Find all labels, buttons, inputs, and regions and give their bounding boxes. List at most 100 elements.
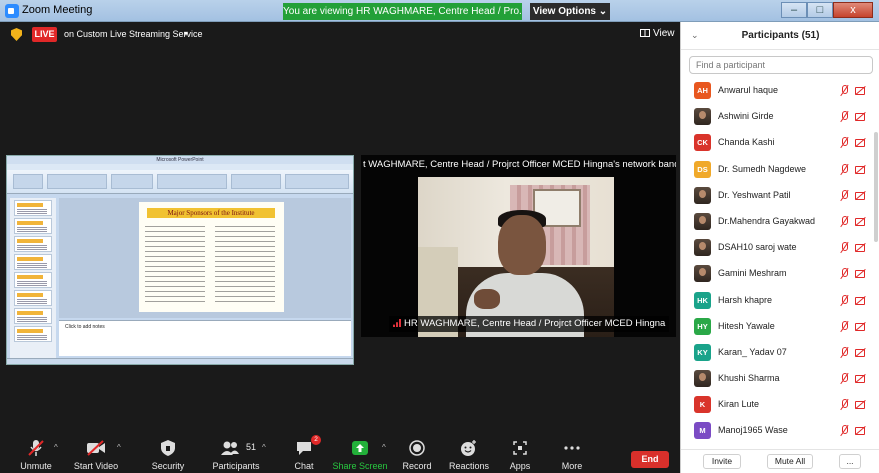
slide-thumbnail: [14, 200, 52, 216]
participants-count: 51: [246, 442, 257, 452]
signal-bars-icon: [393, 319, 401, 327]
ppt-slide-thumbnails: [10, 198, 56, 358]
avatar: M: [694, 422, 711, 440]
apps-icon: [509, 439, 531, 457]
participant-row[interactable]: Gamini Meshram: [681, 262, 879, 288]
video-off-icon: [855, 111, 866, 122]
participant-row[interactable]: Dr. Yeshwant Patil: [681, 184, 879, 210]
live-stream-service-menu[interactable]: on Custom Live Streaming Service: [64, 29, 203, 39]
participant-row[interactable]: HY Hitesh Yawale: [681, 315, 879, 341]
video-off-icon: [855, 216, 866, 227]
participant-name: Khushi Sharma: [718, 373, 780, 384]
participant-row[interactable]: HK Harsh khapre: [681, 289, 879, 315]
participants-panel-title: Participants (51): [741, 30, 820, 41]
video-off-icon: [855, 268, 866, 279]
window-title: Zoom Meeting: [22, 4, 93, 16]
maximize-button[interactable]: □: [807, 2, 833, 18]
mic-muted-icon: [25, 439, 47, 457]
participant-name: Anwarul haque: [718, 85, 779, 95]
more-button[interactable]: More: [538, 434, 606, 473]
participant-status-icons: [839, 111, 866, 122]
slide-thumbnail: [14, 218, 52, 234]
participant-name: Manoj1965 Wase: [718, 425, 788, 436]
meeting-top-bar: LIVE on Custom Live Streaming Service ▾ …: [0, 22, 680, 48]
avatar: KY: [694, 343, 711, 361]
unmute-label: Unmute: [20, 461, 52, 471]
video-name-label: HR WAGHMARE, Centre Head / Projrct Offic…: [389, 316, 670, 332]
video-off-icon: [85, 439, 107, 457]
participant-status-icons: [839, 346, 866, 358]
invite-button[interactable]: Invite: [703, 454, 741, 469]
chevron-down-icon[interactable]: ▾: [184, 29, 188, 38]
minimize-button[interactable]: –: [781, 2, 807, 18]
participant-row[interactable]: DSAH10 saroj wate: [681, 236, 879, 262]
participant-name: Hitesh Yawale: [718, 320, 775, 331]
participants-button[interactable]: 51 ^ Participants: [202, 434, 270, 473]
view-options-button[interactable]: View Options ⌄: [530, 3, 610, 20]
participant-status-icons: [839, 425, 866, 436]
participant-status-icons: [839, 215, 866, 227]
start-video-button[interactable]: ^ Start Video: [62, 434, 130, 473]
participant-row[interactable]: Khushi Sharma: [681, 367, 879, 393]
title-bar: Zoom Meeting You are viewing HR WAGHMARE…: [0, 0, 879, 22]
participants-options-caret[interactable]: ^: [262, 443, 266, 452]
participant-name: Dr. Sumedh Nagdewe: [718, 163, 807, 174]
meeting-area: LIVE on Custom Live Streaming Service ▾ …: [0, 22, 680, 434]
participant-name: Karan_ Yadav 07: [718, 346, 787, 357]
participant-row[interactable]: Ashwini Girde: [681, 105, 879, 131]
participant-row[interactable]: DS Dr. Sumedh Nagdewe: [681, 158, 879, 184]
participant-status-icons: [839, 242, 866, 253]
shield-icon: [157, 439, 179, 457]
participant-name: Gamini Meshram: [718, 268, 787, 279]
video-off-icon: [855, 373, 866, 384]
participant-status-icons: [839, 163, 866, 175]
shield-icon[interactable]: [11, 28, 22, 41]
participant-name: Chanda Kashi: [718, 137, 775, 148]
slide-thumbnail: [14, 326, 52, 342]
avatar: [694, 265, 711, 283]
record-icon: [406, 439, 428, 457]
more-options-button[interactable]: ...: [839, 454, 861, 469]
security-button[interactable]: Security: [134, 434, 202, 473]
unmute-button[interactable]: ^ Unmute: [2, 434, 70, 473]
more-icon: [561, 439, 583, 457]
current-slide: Major Sponsors of the Institute: [139, 202, 284, 312]
participants-list: AH Anwarul haque Ashwini Girde CK Chanda Kas…: [681, 79, 879, 446]
video-off-icon: [855, 321, 866, 332]
end-meeting-button[interactable]: End: [631, 451, 669, 468]
avatar: AH: [694, 82, 711, 99]
participants-scrollbar[interactable]: [874, 132, 878, 242]
participant-name: DSAH10 saroj wate: [718, 242, 797, 253]
participant-status-icons: [839, 268, 866, 279]
avatar: [694, 370, 711, 388]
slide-title: Major Sponsors of the Institute: [147, 208, 275, 218]
live-badge: LIVE: [32, 27, 57, 42]
mic-muted-icon: [839, 85, 850, 96]
participant-row[interactable]: CK Chanda Kashi: [681, 131, 879, 157]
viewing-screen-banner: You are viewing HR WAGHMARE, Centre Head…: [283, 3, 522, 20]
participants-panel-header: ⌄ Participants (51): [681, 22, 879, 50]
find-participant-input[interactable]: [689, 56, 873, 74]
avatar: DS: [694, 160, 711, 178]
close-button[interactable]: x: [833, 2, 873, 18]
participant-status-icons: [839, 85, 866, 96]
mic-muted-icon: [839, 294, 850, 306]
participant-row[interactable]: Dr.Mahendra Gayakwad: [681, 210, 879, 236]
participant-row[interactable]: KY Karan_ Yadav 07: [681, 341, 879, 367]
participant-row[interactable]: AH Anwarul haque: [681, 79, 879, 105]
video-off-icon: [855, 347, 866, 358]
zoom-app: Zoom Meeting You are viewing HR WAGHMARE…: [0, 0, 879, 473]
participant-name: Ashwini Girde: [718, 111, 774, 122]
avatar: K: [694, 396, 711, 414]
view-button[interactable]: View: [640, 28, 675, 39]
ppt-notes-pane: Click to add notes: [59, 320, 351, 356]
ppt-ribbon: [7, 170, 353, 194]
slide-thumbnail: [14, 272, 52, 288]
ppt-slide-canvas: Major Sponsors of the Institute: [59, 198, 351, 318]
mute-all-button[interactable]: Mute All: [767, 454, 813, 469]
video-off-icon: [855, 295, 866, 306]
video-options-caret[interactable]: ^: [117, 443, 121, 452]
unmute-options-caret[interactable]: ^: [54, 443, 58, 452]
participant-row[interactable]: M Manoj1965 Wase: [681, 419, 879, 445]
participant-row[interactable]: K Kiran Lute: [681, 393, 879, 419]
